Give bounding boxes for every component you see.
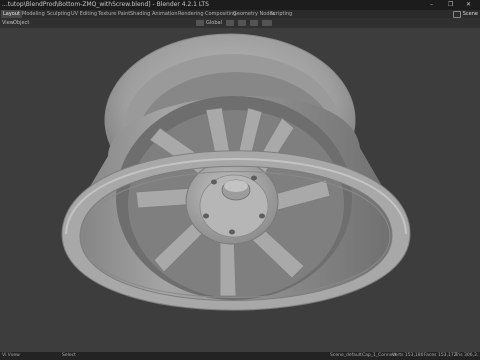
tab-sculpting[interactable]: Sculpting	[47, 10, 70, 18]
status-view: Vi Vvew	[2, 353, 20, 358]
maximize-button[interactable]: ❐	[448, 0, 453, 10]
window-title: ...tutop\BlendProd\Bottom-ZMQ_withScrew.…	[2, 1, 209, 8]
object-menu[interactable]: Object	[13, 18, 29, 28]
tab-texture-paint[interactable]: Texture Paint	[98, 10, 130, 18]
pivot-icon[interactable]	[226, 20, 234, 26]
tab-compositing[interactable]: Compositing	[205, 10, 236, 18]
status-scene: Scene_default	[330, 353, 362, 358]
lug-hole	[259, 213, 265, 219]
status-bar: Vi Vvew Select Scene_default Cap_1_Conne…	[0, 352, 480, 360]
status-faces: Faces 153,172	[424, 353, 457, 358]
status-select: Select	[62, 353, 76, 358]
tab-rendering[interactable]: Rendering	[178, 10, 204, 18]
status-verts: Verts 153,180	[392, 353, 424, 358]
lug-hole	[229, 229, 235, 235]
viewport-header: View Object Global	[0, 18, 480, 28]
3d-viewport[interactable]	[0, 28, 480, 352]
center-bore-top	[224, 180, 248, 192]
orientation-dropdown[interactable]: Global	[206, 18, 222, 28]
spoke	[219, 237, 237, 297]
transform-orientation-icon[interactable]	[196, 20, 204, 26]
close-button[interactable]: ✕	[466, 0, 471, 10]
tab-layout[interactable]: Layout	[1, 10, 22, 18]
workspace-tabs: Layout Modeling Sculpting UV Editing Tex…	[0, 10, 480, 18]
tab-animation[interactable]: Animation	[152, 10, 178, 18]
status-tris: Tris 306,3...	[455, 353, 480, 358]
proportional-icon[interactable]	[250, 20, 258, 26]
scene-selector[interactable]: Scene	[452, 10, 478, 18]
tab-uv-editing[interactable]: UV Editing	[71, 10, 97, 18]
tab-geometry-nodes[interactable]: Geometry Nodes	[233, 10, 275, 18]
snap-icon[interactable]	[238, 20, 246, 26]
tab-modeling[interactable]: Modeling	[22, 10, 45, 18]
lug-hole	[203, 213, 209, 219]
scene-label: Scene	[462, 11, 478, 17]
scene-icon	[452, 10, 461, 18]
minimize-button[interactable]: –	[430, 0, 433, 10]
tab-shading[interactable]: Shading	[130, 10, 150, 18]
display-toggle-icon[interactable]	[262, 20, 272, 26]
wheel-model	[61, 33, 411, 311]
tab-scripting[interactable]: Scripting	[270, 10, 292, 18]
title-bar: ...tutop\BlendProd\Bottom-ZMQ_withScrew.…	[0, 0, 480, 10]
lug-hole	[211, 179, 217, 185]
lug-hole	[251, 175, 257, 181]
